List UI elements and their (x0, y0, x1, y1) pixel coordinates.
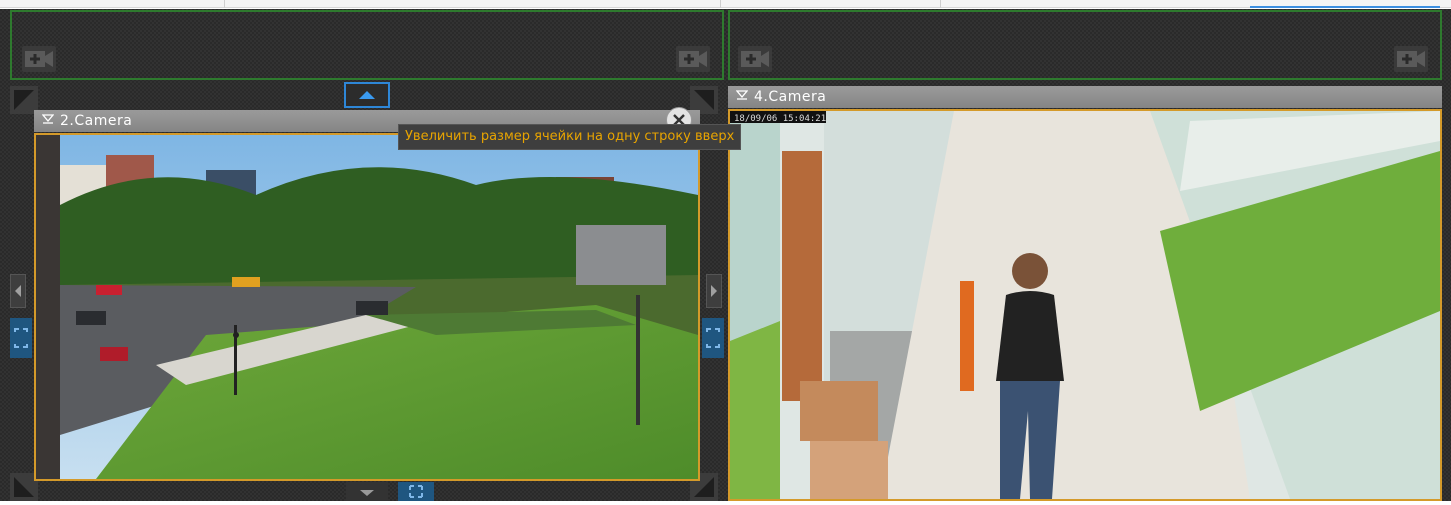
expand-icon (14, 328, 28, 348)
arrow-down-icon (360, 490, 374, 496)
filter-icon[interactable] (735, 86, 749, 108)
camera-2-title: 2.Camera (60, 113, 133, 129)
shrink-left-button[interactable] (10, 274, 26, 308)
camera-4-video-frame: 18/09/06 15:04:21 (730, 111, 1440, 499)
expand-right-button[interactable] (706, 274, 722, 308)
expand-icon (706, 328, 720, 348)
camera-4-title: 4.Camera (754, 89, 827, 105)
top-toolbar-strip (0, 0, 1451, 8)
arrow-left-icon (15, 285, 21, 297)
camera-2-video-frame (36, 135, 698, 479)
arrow-up-icon (359, 91, 375, 99)
add-camera-icon[interactable] (22, 46, 56, 72)
tooltip: Увеличить размер ячейки на одну строку в… (398, 124, 742, 150)
expand-left-button[interactable] (10, 318, 32, 358)
shrink-row-down-button[interactable] (346, 482, 388, 501)
filter-icon[interactable] (41, 110, 55, 132)
empty-cell-left[interactable] (10, 10, 724, 80)
empty-cell-right[interactable] (728, 10, 1442, 80)
camera-4-video[interactable]: 18/09/06 15:04:21 (728, 109, 1442, 501)
add-camera-icon[interactable] (1394, 46, 1428, 72)
add-camera-icon[interactable] (738, 46, 772, 72)
camera-4-timestamp: 18/09/06 15:04:21 (734, 114, 826, 124)
expand-icon[interactable] (398, 482, 434, 501)
arrow-right-icon (711, 285, 717, 297)
expand-row-up-button[interactable] (344, 82, 390, 108)
add-camera-icon[interactable] (676, 46, 710, 72)
camera-2-video[interactable] (34, 133, 700, 481)
expand-right-side-button[interactable] (702, 318, 724, 358)
camera-4-title-bar[interactable]: 4.Camera (728, 86, 1442, 108)
